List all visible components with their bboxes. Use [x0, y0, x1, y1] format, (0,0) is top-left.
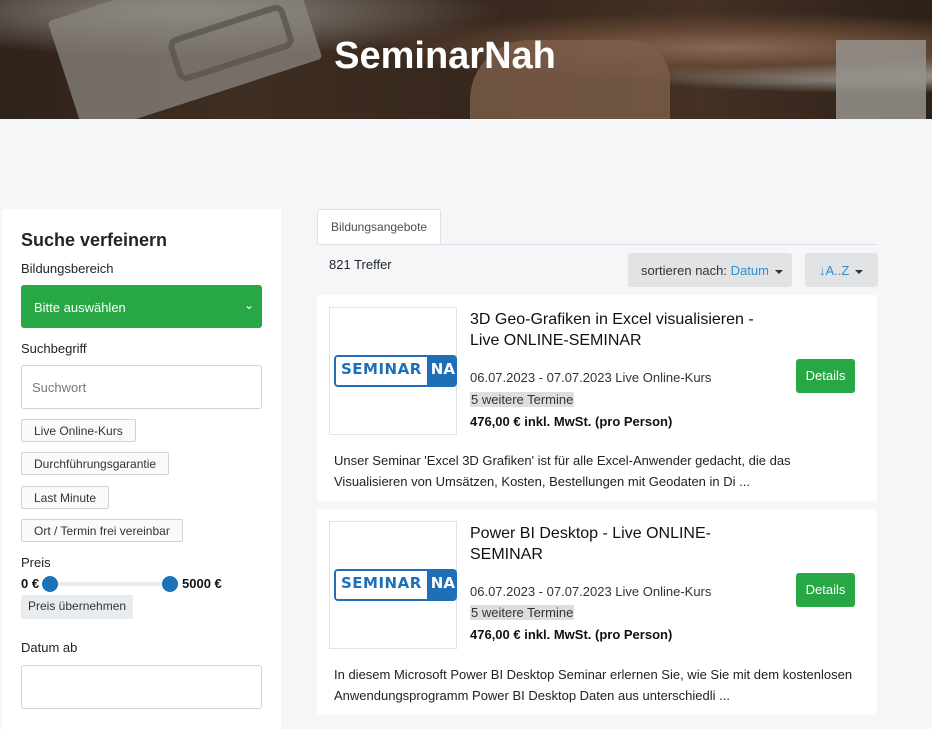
- sort-prefix: sortieren nach:: [641, 263, 727, 278]
- tab-bildungsangebote[interactable]: Bildungsangebote: [317, 209, 442, 245]
- sort-value: Datum: [730, 263, 769, 278]
- datum-label: Datum ab: [21, 640, 78, 655]
- filter-durchfuehrungsgarantie[interactable]: Durchführungsgarantie: [21, 452, 170, 475]
- more-dates-badge[interactable]: 5 weitere Termine: [470, 605, 575, 620]
- more-dates-badge[interactable]: 5 weitere Termine: [470, 392, 575, 407]
- filter-ort-termin[interactable]: Ort / Termin frei vereinbar: [21, 519, 183, 542]
- seminarnah-logo: SEMINARNAH: [334, 355, 457, 387]
- details-button[interactable]: Details: [796, 359, 855, 393]
- hero-banner: SeminarNah: [0, 0, 932, 119]
- search-input[interactable]: Suchwort: [21, 365, 262, 409]
- preis-apply-button[interactable]: Preis übernehmen: [21, 595, 134, 619]
- seminar-thumbnail[interactable]: SEMINARNAH: [329, 307, 457, 435]
- details-button[interactable]: Details: [796, 573, 855, 607]
- seminar-title[interactable]: Power BI Desktop - Live ONLINE-SEMINAR: [470, 523, 730, 565]
- bereich-select[interactable]: Bitte auswählen ⌄: [21, 285, 262, 328]
- price-slider-max-handle[interactable]: [162, 576, 178, 592]
- price-slider-track[interactable]: [50, 582, 170, 586]
- seminarnah-logo: SEMINARNAH: [334, 569, 457, 601]
- seminar-title[interactable]: 3D Geo-Grafiken in Excel visualisieren -…: [470, 309, 770, 351]
- site-title: SeminarNah: [334, 35, 556, 77]
- datum-input[interactable]: [21, 665, 262, 709]
- seminar-price: 476,00 € inkl. MwSt. (pro Person): [470, 627, 673, 642]
- seminar-card: SEMINARNAH Power BI Desktop - Live ONLIN…: [317, 509, 877, 715]
- filter-live-online[interactable]: Live Online-Kurs: [21, 419, 136, 442]
- chevron-down-icon: ⌄: [243, 298, 254, 312]
- bereich-label: Bildungsbereich: [21, 261, 114, 276]
- seminar-dates: 06.07.2023 - 07.07.2023 Live Online-Kurs: [470, 584, 712, 599]
- caret-down-icon: [855, 269, 864, 274]
- sort-dropdown[interactable]: sortieren nach: Datum: [628, 253, 792, 287]
- sidebar-heading: Suche verfeinern: [21, 230, 168, 250]
- seminar-description: Unser Seminar 'Excel 3D Grafiken' ist fü…: [334, 453, 791, 489]
- seminar-description: In diesem Microsoft Power BI Desktop Sem…: [334, 667, 853, 703]
- seminar-card: SEMINARNAH 3D Geo-Grafiken in Excel visu…: [317, 295, 877, 501]
- order-dropdown[interactable]: ↓A..Z: [805, 253, 878, 287]
- preis-min: 0 €: [21, 576, 40, 591]
- preis-label: Preis: [21, 555, 51, 570]
- order-label: A..Z: [825, 263, 850, 278]
- caret-down-icon: [774, 269, 783, 274]
- filter-last-minute[interactable]: Last Minute: [21, 486, 110, 509]
- result-count: 821 Treffer: [329, 257, 392, 272]
- preis-max: 5000 €: [182, 576, 222, 591]
- seminar-price: 476,00 € inkl. MwSt. (pro Person): [470, 414, 673, 429]
- bereich-select-value: Bitte auswählen: [34, 300, 126, 315]
- suchbegriff-label: Suchbegriff: [21, 341, 87, 356]
- tab-divider: [317, 244, 877, 245]
- filter-sidebar: Suche verfeinern Bildungsbereich Bitte a…: [2, 209, 281, 729]
- seminar-thumbnail[interactable]: SEMINARNAH: [329, 521, 457, 649]
- seminar-dates: 06.07.2023 - 07.07.2023 Live Online-Kurs: [470, 370, 712, 385]
- price-slider-min-handle[interactable]: [42, 576, 58, 592]
